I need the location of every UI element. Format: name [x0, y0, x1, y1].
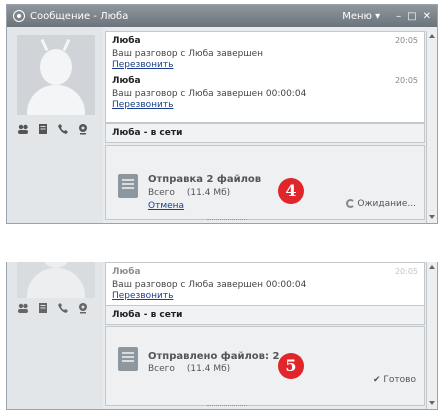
minimize-button[interactable]: – [396, 11, 401, 22]
contact-sidebar [7, 27, 103, 223]
file-icon [118, 347, 138, 371]
file-icon [118, 174, 138, 198]
contact-actions [17, 123, 89, 135]
scroll-down-icon[interactable] [429, 215, 435, 219]
contact-card-icon[interactable] [37, 302, 49, 314]
resize-grip[interactable] [207, 405, 247, 409]
webcam-icon[interactable] [77, 123, 89, 135]
contact-card-icon[interactable] [37, 123, 49, 135]
avatar [17, 262, 95, 298]
users-icon[interactable] [17, 302, 29, 314]
contact-status: Люба - в сети [105, 305, 425, 325]
avatar [17, 35, 95, 115]
transfer-size: Всего (11.4 Мб) [148, 188, 231, 198]
message-history: Люба 20:05 Ваш разговор с Люба завершен … [105, 262, 425, 306]
step-badge: 4 [278, 178, 304, 204]
message-header: Люба 20:05 [112, 267, 418, 277]
transfer-state: Ожидание... [346, 199, 416, 209]
transfer-state: ✔ Готово [373, 375, 416, 385]
scrollbar[interactable] [426, 262, 437, 409]
step-badge: 5 [278, 353, 304, 379]
maximize-button[interactable]: □ [407, 11, 416, 22]
message-body: Ваш разговор с Люба завершен Перезвонить [106, 48, 424, 72]
scroll-up-icon[interactable] [429, 34, 435, 38]
message-header: Люба 20:05 [112, 36, 418, 46]
message-body: Ваш разговор с Люба завершен 00:00:04 Пе… [106, 279, 424, 303]
contact-actions [17, 302, 89, 314]
callback-link[interactable]: Перезвонить [112, 60, 418, 71]
spinner-icon [346, 199, 356, 208]
users-icon[interactable] [17, 123, 29, 135]
resize-grip[interactable] [207, 219, 247, 223]
menu-button[interactable]: Меню ▾ [342, 11, 380, 22]
message-history: Люба 20:05 Ваш разговор с Люба завершен … [105, 31, 425, 123]
message-body: Ваш разговор с Люба завершен 00:00:04 Пе… [106, 88, 424, 112]
phone-icon[interactable] [57, 123, 69, 135]
transfer-title: Отправлено файлов: 2 [148, 351, 280, 362]
transfer-size: Всего (11.4 Мб) [148, 364, 231, 374]
contact-status: Люба - в сети [105, 123, 425, 143]
file-transfer-box: Отправлено файлов: 2 Всего (11.4 Мб) 5 ✔ … [105, 326, 425, 406]
callback-link[interactable]: Перезвонить [112, 291, 418, 302]
transfer-title: Отправка 2 файлов [148, 174, 262, 185]
phone-icon[interactable] [57, 302, 69, 314]
scroll-up-icon[interactable] [429, 265, 435, 269]
chat-window-sending: Сообщение - Люба Меню ▾ – □ ✕ Люба 20:05… [6, 4, 438, 224]
webcam-icon[interactable] [77, 302, 89, 314]
message-header: Люба 20:05 [112, 76, 418, 86]
title-bar: Сообщение - Люба Меню ▾ – □ ✕ [7, 5, 437, 27]
scroll-down-icon[interactable] [429, 401, 435, 405]
file-transfer-box: Отправка 2 файлов Всего (11.4 Мб) Отмена … [105, 145, 425, 220]
callback-link[interactable]: Перезвонить [112, 100, 418, 111]
close-button[interactable]: ✕ [423, 11, 431, 22]
contact-sidebar [7, 262, 103, 409]
chat-window-sent: Люба 20:05 Ваш разговор с Люба завершен … [6, 262, 438, 410]
scrollbar[interactable] [426, 31, 437, 223]
app-logo-icon [13, 10, 25, 22]
window-title: Сообщение - Люба [30, 10, 129, 22]
cancel-link[interactable]: Отмена [148, 201, 184, 211]
